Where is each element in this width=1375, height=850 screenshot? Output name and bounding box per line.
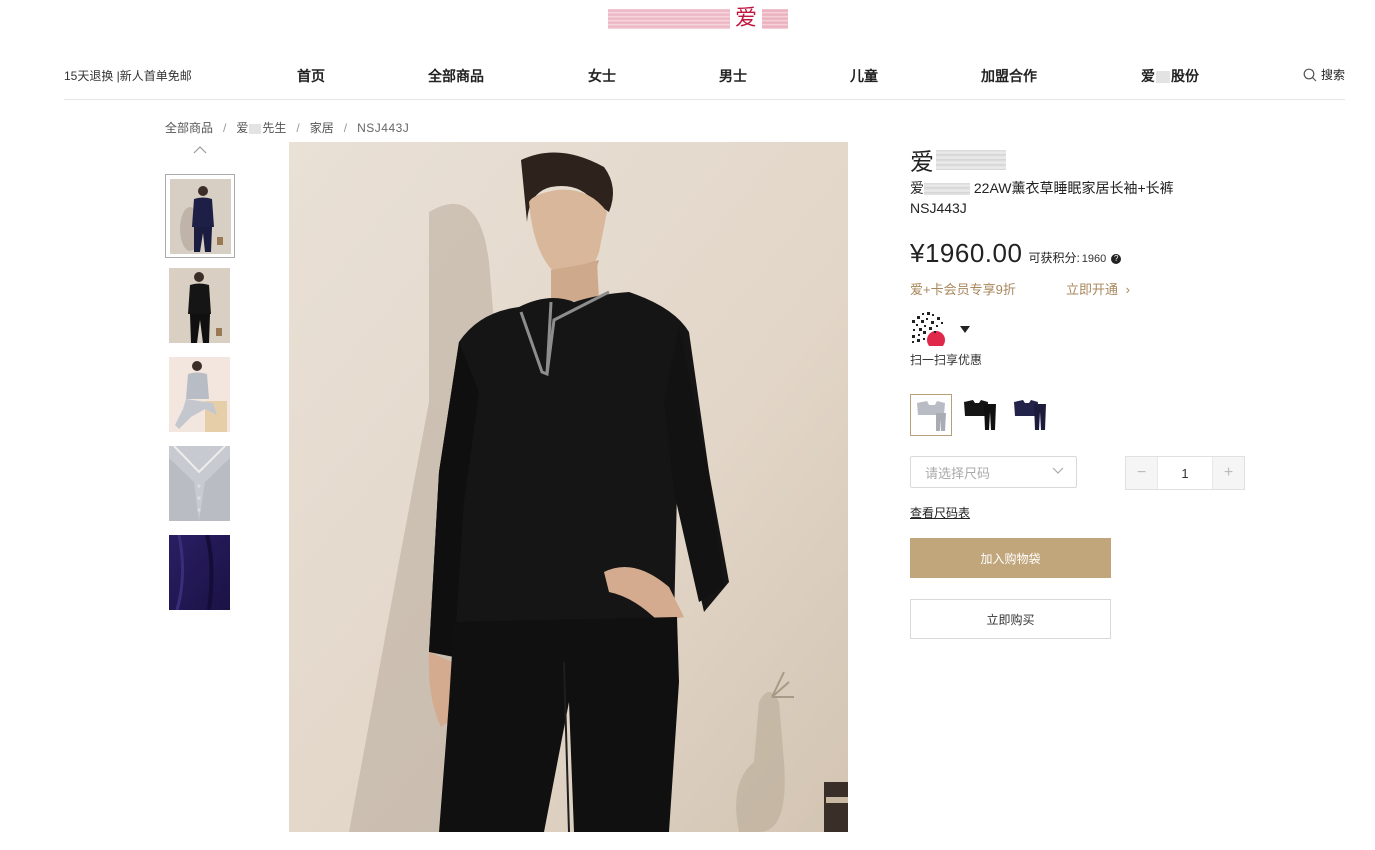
breadcrumb-mr-label: 先生 [262, 121, 287, 135]
title-prefix: 爱 [910, 180, 924, 196]
nav-all-products[interactable]: 全部商品 [428, 66, 484, 86]
brand-blur [936, 149, 1006, 170]
search-icon [1303, 68, 1317, 81]
size-select[interactable]: 请选择尺码 [910, 456, 1077, 488]
breadcrumb-all-products[interactable]: 全部商品 [165, 119, 213, 136]
breadcrumb-separator: / [343, 120, 348, 135]
promo-text: 15天退换 |新人首单免邮 [64, 69, 192, 83]
thumbnail-4[interactable] [165, 442, 235, 526]
quantity-decrease-button[interactable]: − [1126, 457, 1157, 489]
product-title: 爱 22AW薰衣草睡眠家居长袖+长裤NSJ443J [910, 178, 1200, 218]
nav-men[interactable]: 男士 [719, 66, 747, 86]
chevron-right-icon: › [1125, 282, 1130, 297]
size-select-placeholder: 请选择尺码 [925, 465, 991, 481]
thumbnail-list [165, 174, 235, 615]
points-label: 可获积分: [1028, 251, 1080, 265]
color-swatch-black[interactable] [960, 394, 1002, 436]
breadcrumb-mr[interactable]: 爱先生 [236, 119, 286, 136]
logo-blur-left [608, 9, 730, 29]
search-button[interactable]: 搜索 [1303, 66, 1345, 83]
brand-char: 爱 [910, 149, 934, 176]
logo-mark: 爱 [734, 6, 757, 31]
member-open-label: 立即开通 [1066, 282, 1119, 297]
nav-franchise[interactable]: 加盟合作 [981, 66, 1037, 86]
search-label: 搜索 [1320, 68, 1345, 82]
buy-now-button[interactable]: 立即购买 [910, 599, 1111, 639]
breadcrumb-blur [249, 123, 262, 134]
caret-down-icon[interactable] [960, 326, 970, 333]
quantity-value[interactable]: 1 [1157, 457, 1213, 489]
nav-kids[interactable]: 儿童 [850, 66, 878, 86]
main-product-image[interactable] [289, 142, 848, 832]
qr-label: 扫一扫享优惠 [910, 353, 983, 367]
title-blur [924, 183, 970, 196]
breadcrumb-separator: / [296, 120, 300, 135]
nav-women[interactable]: 女士 [588, 66, 616, 86]
price-row: ¥1960.00 可获积分: 1960 ? [910, 238, 1122, 269]
chevron-down-icon [1052, 467, 1064, 474]
breadcrumb-mr-prefix: 爱 [236, 121, 249, 135]
color-swatch-gray[interactable] [910, 394, 952, 436]
thumbnail-image [169, 446, 230, 521]
color-swatch-navy[interactable] [1010, 394, 1052, 436]
thumbnail-2[interactable] [165, 264, 235, 348]
points-value: 1960 [1081, 253, 1107, 265]
qr-code-icon[interactable] [910, 310, 946, 349]
add-to-bag-button[interactable]: 加入购物袋 [910, 538, 1111, 578]
quantity-increase-button[interactable]: + [1213, 457, 1244, 489]
logo-blur-right [762, 9, 788, 29]
top-navigation-bar: 15天退换 |新人首单免邮 首页 全部商品 女士 男士 儿童 加盟合作 爱股份 … [64, 58, 1345, 100]
product-brand: 爱 [910, 142, 1006, 177]
points-help-icon[interactable]: ? [1111, 253, 1122, 264]
member-offer: 爱+卡会员专享9折 [910, 282, 1016, 297]
thumbnail-image [169, 535, 230, 610]
breadcrumb-current: NSJ443J [357, 120, 410, 135]
thumbnail-3[interactable] [165, 353, 235, 437]
member-open-link[interactable]: 立即开通 › [1066, 279, 1130, 298]
nav-shares-suffix: 股份 [1171, 68, 1199, 84]
quantity-stepper: − 1 + [1125, 456, 1245, 490]
breadcrumb-separator: / [223, 120, 227, 135]
size-chart-link[interactable]: 查看尺码表 [910, 504, 970, 521]
product-price: ¥1960.00 [910, 238, 1023, 268]
site-logo[interactable]: 爱 [608, 8, 790, 30]
thumbnail-image [169, 268, 230, 343]
breadcrumb: 全部商品 / 爱先生 / 家居 / NSJ443J [165, 119, 409, 136]
nav-home[interactable]: 首页 [297, 66, 325, 86]
thumbnail-1[interactable] [165, 174, 235, 258]
nav-shares-prefix: 爱 [1141, 68, 1155, 84]
nav-shares[interactable]: 爱股份 [1141, 66, 1199, 86]
thumbnail-image [169, 357, 230, 432]
thumbnail-image [170, 179, 231, 254]
product-photo [289, 142, 848, 832]
nav-shares-blur [1156, 71, 1170, 84]
color-swatches [910, 394, 1060, 436]
thumb-scroll-up-icon[interactable] [193, 145, 207, 155]
breadcrumb-home-wear[interactable]: 家居 [310, 119, 334, 136]
thumbnail-5[interactable] [165, 531, 235, 615]
